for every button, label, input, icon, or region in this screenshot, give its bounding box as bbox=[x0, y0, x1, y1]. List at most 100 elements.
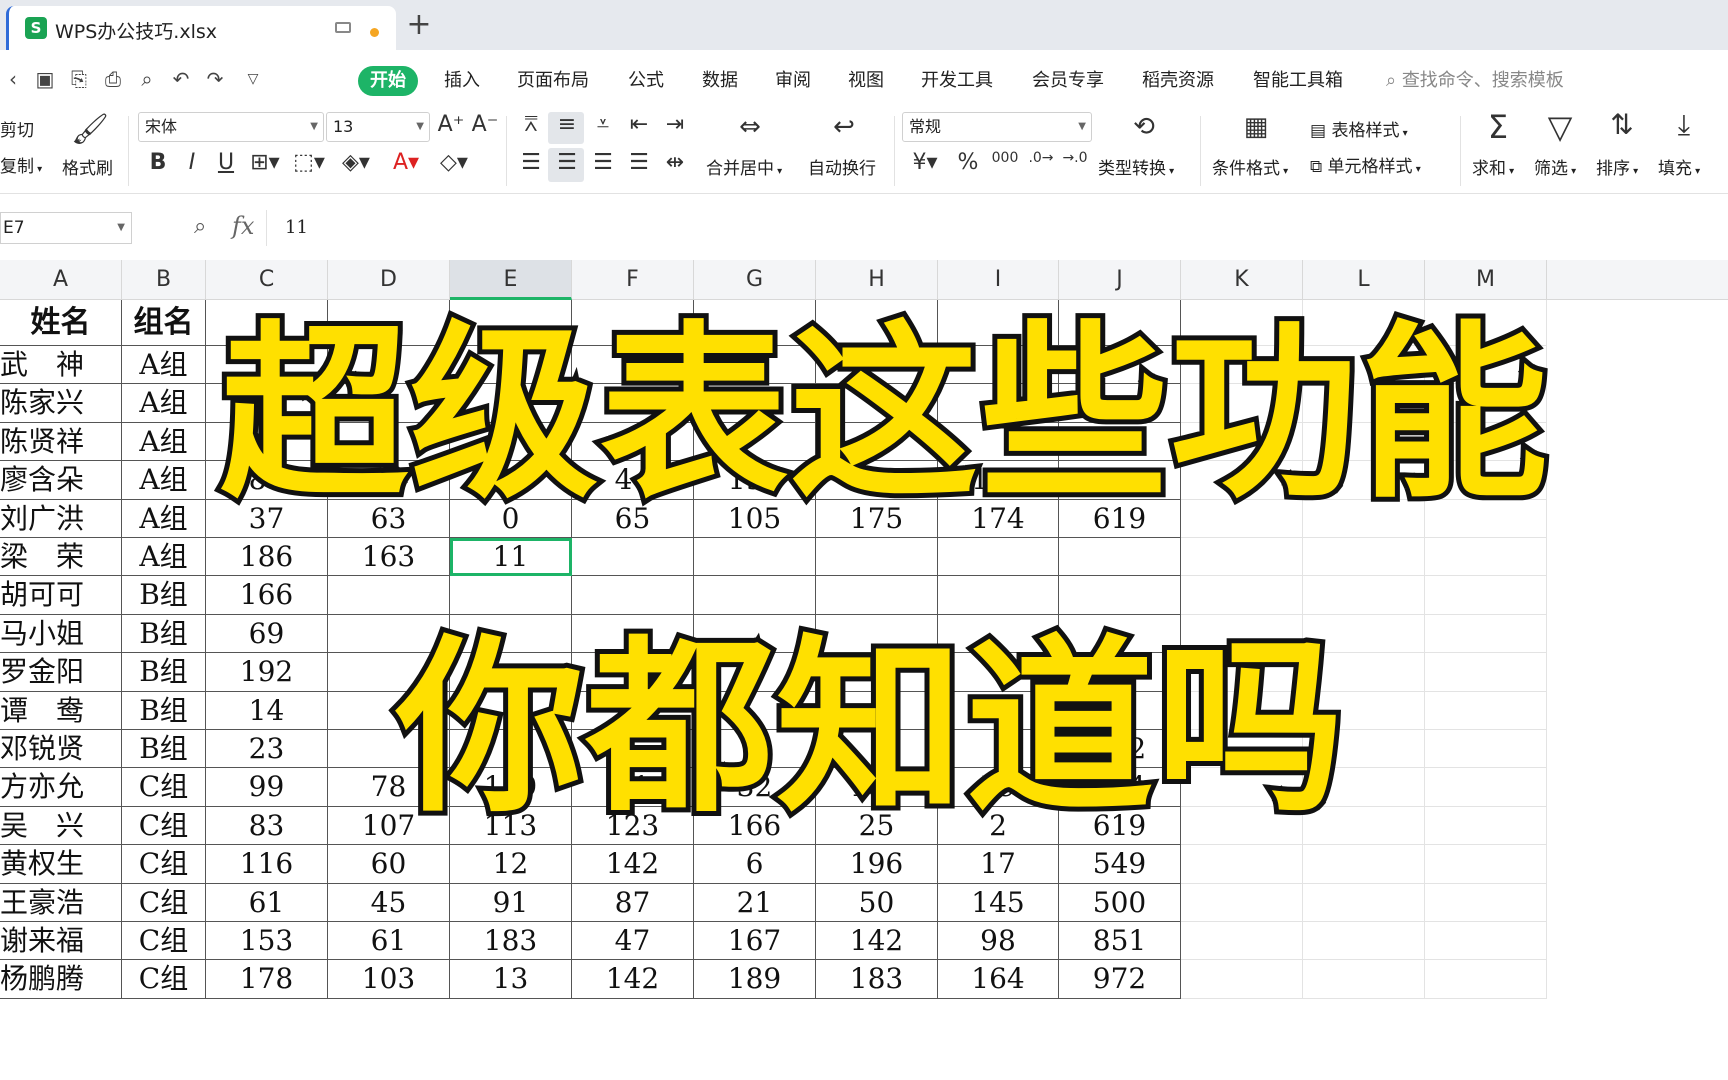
empty-cell[interactable] bbox=[1425, 461, 1547, 500]
group-cell[interactable]: B组 bbox=[122, 576, 206, 615]
value-cell[interactable] bbox=[572, 614, 694, 654]
value-cell[interactable] bbox=[816, 614, 938, 654]
value-cell[interactable]: 164 bbox=[938, 960, 1059, 999]
value-cell[interactable]: 78 bbox=[328, 768, 450, 807]
value-cell[interactable]: 105 bbox=[694, 499, 816, 538]
name-cell[interactable]: 邓锐贤 bbox=[0, 730, 122, 769]
value-cell[interactable] bbox=[1059, 346, 1181, 385]
value-cell[interactable] bbox=[572, 576, 694, 615]
empty-cell[interactable] bbox=[1303, 538, 1425, 577]
merge-center-button[interactable]: 合并居中 ▾ bbox=[706, 154, 782, 179]
column-header-j[interactable]: J bbox=[1059, 260, 1181, 300]
empty-cell[interactable] bbox=[1425, 346, 1547, 385]
fill-color-icon[interactable]: ◈▾ bbox=[336, 150, 376, 175]
font-size-increase-icon[interactable]: A⁺ bbox=[436, 112, 466, 137]
empty-cell[interactable] bbox=[1303, 922, 1425, 961]
wrap-text-icon[interactable]: ↩ bbox=[824, 112, 864, 142]
value-cell[interactable]: 174 bbox=[938, 499, 1059, 538]
column-header-i[interactable]: I bbox=[938, 260, 1059, 300]
value-cell[interactable]: 185 bbox=[938, 461, 1059, 500]
name-cell[interactable]: 陈家兴 bbox=[0, 384, 122, 423]
zoom-icon[interactable]: ⌕ bbox=[194, 214, 206, 239]
header-cell[interactable] bbox=[572, 300, 694, 346]
empty-cell[interactable] bbox=[1425, 576, 1547, 615]
value-cell[interactable]: 851 bbox=[1059, 922, 1181, 961]
empty-cell[interactable] bbox=[1303, 461, 1425, 500]
formula-input[interactable]: 11 bbox=[266, 210, 1728, 246]
menu-docer[interactable]: 稻壳资源 bbox=[1142, 66, 1214, 96]
value-cell[interactable]: 619 bbox=[1059, 806, 1181, 846]
value-cell[interactable]: 708 bbox=[1059, 461, 1181, 500]
empty-cell[interactable] bbox=[1425, 691, 1547, 730]
header-cell[interactable]: 姓名 bbox=[0, 300, 122, 346]
column-header-e[interactable]: E bbox=[450, 260, 572, 300]
empty-cell[interactable] bbox=[1303, 960, 1425, 999]
value-cell[interactable] bbox=[450, 614, 572, 654]
value-cell[interactable] bbox=[328, 691, 450, 730]
name-cell[interactable]: 罗金阳 bbox=[0, 653, 122, 692]
value-cell[interactable]: 89 bbox=[206, 461, 328, 500]
value-cell[interactable] bbox=[816, 384, 938, 423]
fx-icon[interactable]: fx bbox=[232, 212, 254, 240]
group-cell[interactable]: A组 bbox=[122, 384, 206, 423]
value-cell[interactable]: 196 bbox=[816, 845, 938, 884]
value-cell[interactable]: 116 bbox=[206, 845, 328, 884]
undo-icon[interactable]: ↶ bbox=[168, 66, 194, 92]
empty-cell[interactable] bbox=[1303, 614, 1425, 654]
empty-cell[interactable] bbox=[1303, 806, 1425, 846]
empty-cell[interactable] bbox=[1425, 422, 1547, 462]
value-cell[interactable] bbox=[1059, 653, 1181, 692]
value-cell[interactable]: 0 bbox=[450, 499, 572, 538]
value-cell[interactable]: 13 bbox=[450, 960, 572, 999]
value-cell[interactable] bbox=[450, 346, 572, 385]
value-cell[interactable] bbox=[1059, 384, 1181, 423]
value-cell[interactable]: 145 bbox=[938, 883, 1059, 922]
value-cell[interactable]: 167 bbox=[694, 922, 816, 961]
empty-cell[interactable] bbox=[1181, 922, 1303, 961]
empty-cell[interactable] bbox=[1181, 653, 1303, 692]
column-header-c[interactable]: C bbox=[206, 260, 328, 300]
value-cell[interactable] bbox=[938, 346, 1059, 385]
menu-data[interactable]: 数据 bbox=[702, 66, 738, 96]
menu-member[interactable]: 会员专享 bbox=[1032, 66, 1104, 96]
value-cell[interactable] bbox=[694, 422, 816, 462]
increase-decimal-icon[interactable]: .0→ bbox=[1024, 150, 1058, 166]
value-cell[interactable] bbox=[572, 730, 694, 769]
menu-developer[interactable]: 开发工具 bbox=[921, 66, 993, 96]
column-header-b[interactable]: B bbox=[122, 260, 206, 300]
menu-page-layout[interactable]: 页面布局 bbox=[517, 66, 589, 96]
empty-cell[interactable] bbox=[1303, 346, 1425, 385]
column-header-d[interactable]: D bbox=[328, 260, 450, 300]
value-cell[interactable]: 98 bbox=[938, 922, 1059, 961]
header-cell[interactable] bbox=[938, 300, 1059, 346]
name-cell[interactable]: 黄权生 bbox=[0, 845, 122, 884]
cell-style-button[interactable]: ⧉ 单元格样式 ▾ bbox=[1310, 152, 1421, 177]
empty-cell[interactable] bbox=[1181, 538, 1303, 577]
header-cell[interactable] bbox=[816, 300, 938, 346]
value-cell[interactable]: 79 bbox=[938, 768, 1059, 807]
value-cell[interactable]: 23 bbox=[206, 730, 328, 769]
value-cell[interactable]: 153 bbox=[206, 922, 328, 961]
value-cell[interactable] bbox=[938, 730, 1059, 769]
value-cell[interactable] bbox=[572, 422, 694, 462]
value-cell[interactable] bbox=[694, 691, 816, 730]
value-cell[interactable] bbox=[450, 653, 572, 692]
value-cell[interactable] bbox=[938, 422, 1059, 462]
value-cell[interactable] bbox=[816, 691, 938, 730]
value-cell[interactable]: 37 bbox=[206, 499, 328, 538]
value-cell[interactable] bbox=[938, 691, 1059, 730]
column-header-f[interactable]: F bbox=[572, 260, 694, 300]
align-left-icon[interactable]: ☰ bbox=[516, 150, 546, 175]
value-cell[interactable] bbox=[450, 691, 572, 730]
cut-button[interactable]: 剪切 bbox=[0, 116, 34, 141]
value-cell[interactable] bbox=[694, 653, 816, 692]
header-cell[interactable]: 组名 bbox=[122, 300, 206, 346]
value-cell[interactable] bbox=[206, 346, 328, 385]
value-cell[interactable] bbox=[816, 346, 938, 385]
name-cell[interactable]: 方亦允 bbox=[0, 768, 122, 807]
empty-cell[interactable] bbox=[1181, 461, 1303, 500]
value-cell[interactable]: 500 bbox=[1059, 883, 1181, 922]
value-cell[interactable]: 192 bbox=[206, 653, 328, 692]
value-cell[interactable]: 142 bbox=[816, 922, 938, 961]
empty-cell[interactable] bbox=[1303, 768, 1425, 807]
